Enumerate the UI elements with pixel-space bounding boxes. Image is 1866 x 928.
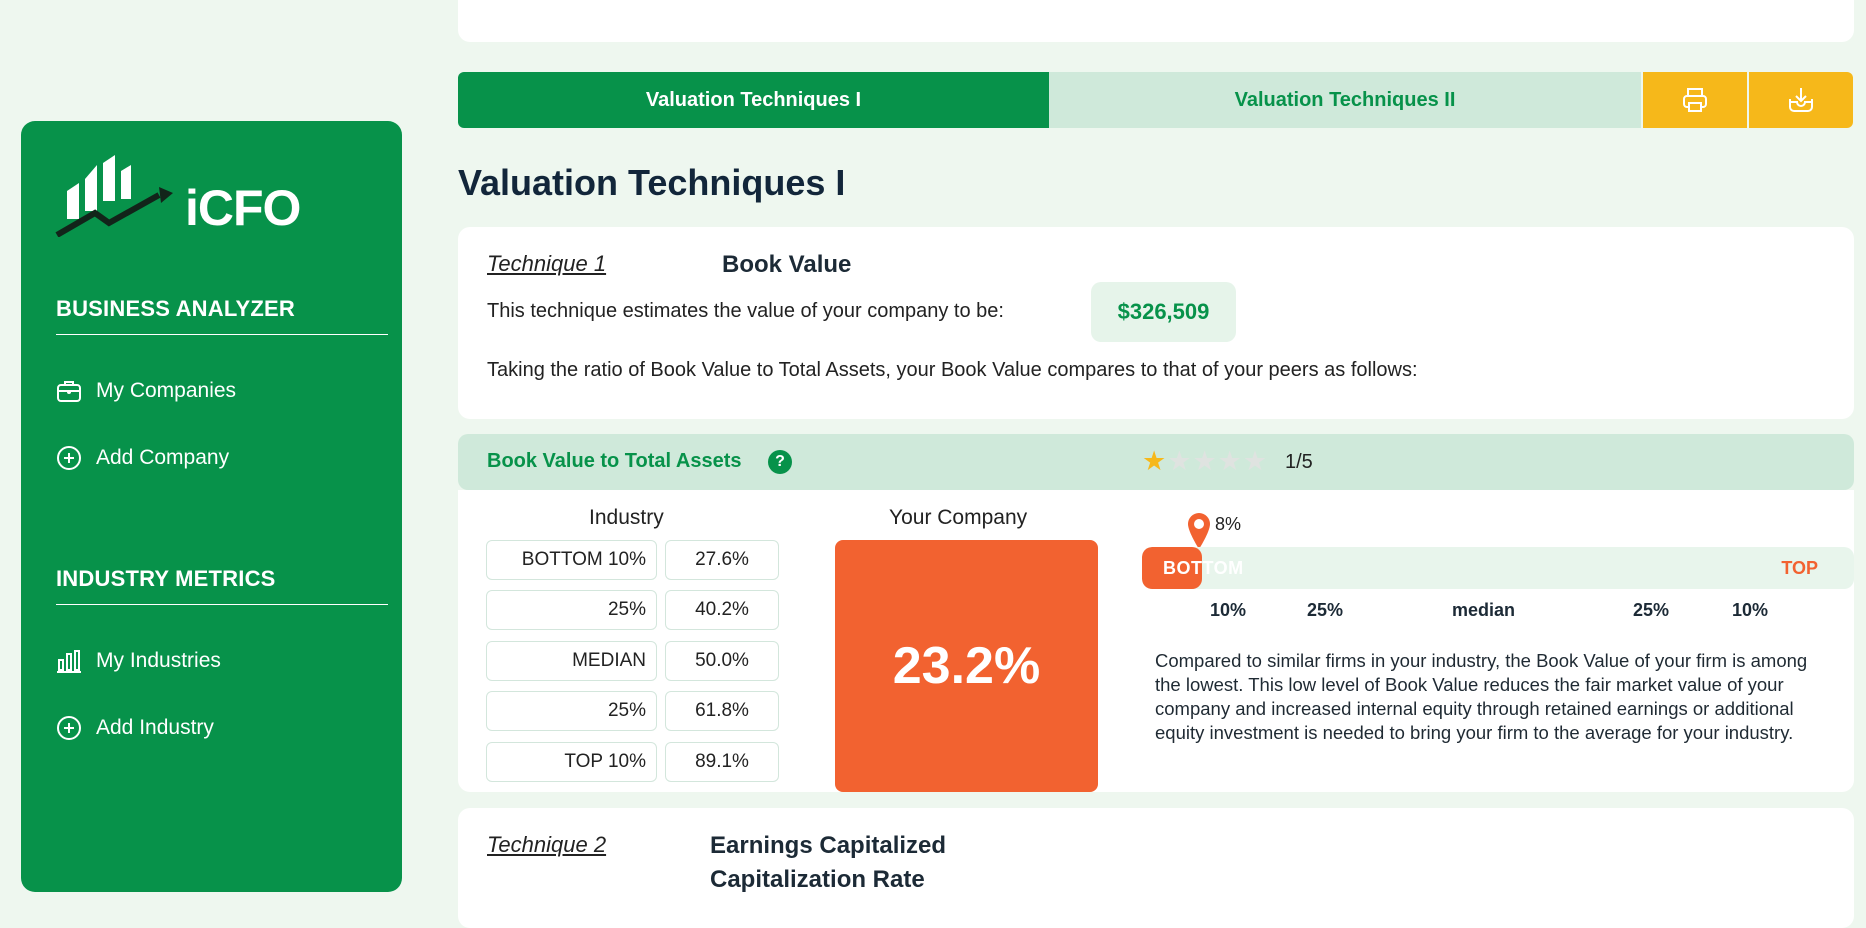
star-filled-icon: ★ bbox=[1142, 446, 1167, 476]
sidebar-item-label: My Companies bbox=[96, 379, 237, 402]
metric-title: Book Value to Total Assets bbox=[487, 450, 742, 472]
compare-text: Taking the ratio of Book Value to Total … bbox=[487, 359, 1418, 381]
company-heading: Your Company bbox=[889, 506, 1028, 529]
metric-body: Industry Your Company BOTTOM 10% 27.6% 2… bbox=[458, 490, 1854, 792]
logo-text: iCFO bbox=[185, 180, 301, 236]
section-industry-metrics: INDUSTRY METRICS bbox=[56, 566, 388, 605]
range-tick: median bbox=[1452, 600, 1516, 620]
industry-row-label: MEDIAN bbox=[486, 641, 657, 681]
industry-row-value: 27.6% bbox=[665, 540, 779, 580]
tab-valuation-techniques-2[interactable]: Valuation Techniques II bbox=[1049, 72, 1641, 128]
top-panel bbox=[458, 0, 1854, 42]
company-value: 23.2% bbox=[835, 540, 1098, 792]
bar-chart-icon bbox=[57, 650, 81, 673]
tab-valuation-techniques-1[interactable]: Valuation Techniques I bbox=[458, 72, 1049, 128]
sidebar-item-my-industries[interactable]: My Industries bbox=[56, 648, 221, 674]
technique-name-line2: Capitalization Rate bbox=[710, 866, 925, 893]
industry-row-label: 25% bbox=[486, 590, 657, 630]
industry-row-label: TOP 10% bbox=[486, 742, 657, 782]
range-bottom-label: BOTTOM bbox=[1163, 558, 1244, 578]
technique-1-card: Technique 1 Book Value This technique es… bbox=[458, 227, 1854, 419]
briefcase-icon bbox=[57, 381, 81, 402]
industry-row-label: 25% bbox=[486, 691, 657, 731]
location-pin-icon bbox=[1188, 513, 1210, 549]
percentile-range-bar: BOTTOM TOP bbox=[1142, 547, 1854, 589]
industry-row-value: 40.2% bbox=[665, 590, 779, 630]
industry-row-value: 61.8% bbox=[665, 691, 779, 731]
star-empty-icon: ★ bbox=[1167, 446, 1192, 476]
technique-label: Technique 2 bbox=[487, 832, 607, 857]
range-tick: 25% bbox=[1307, 600, 1344, 620]
sidebar-item-add-industry[interactable]: Add Industry bbox=[56, 715, 214, 741]
plus-circle-icon bbox=[57, 446, 81, 470]
industry-row-value: 50.0% bbox=[665, 641, 779, 681]
estimate-text: This technique estimates the value of yo… bbox=[487, 300, 1004, 322]
sidebar-item-add-company[interactable]: Add Company bbox=[56, 445, 229, 471]
section-business-analyzer: BUSINESS ANALYZER bbox=[56, 296, 388, 335]
technique-name: Book Value bbox=[722, 251, 852, 278]
question-icon[interactable]: ? bbox=[768, 450, 792, 474]
star-empty-icon: ★ bbox=[1192, 446, 1217, 476]
technique-2-card: Technique 2 Earnings Capitalized Capital… bbox=[458, 808, 1854, 928]
industry-row: BOTTOM 10% 27.6% bbox=[486, 540, 779, 580]
valuation-tabs: Valuation Techniques I Valuation Techniq… bbox=[458, 72, 1853, 128]
range-tick: 25% bbox=[1633, 600, 1670, 620]
download-icon bbox=[1789, 88, 1813, 112]
industry-row: 25% 40.2% bbox=[486, 590, 779, 630]
star-rating: ★ ★ ★ ★ ★ bbox=[1142, 448, 1267, 475]
metric-description: Compared to similar firms in your indust… bbox=[1155, 650, 1808, 743]
industry-row-value: 89.1% bbox=[665, 742, 779, 782]
industry-heading: Industry bbox=[589, 506, 664, 529]
sidebar-item-label: Add Company bbox=[96, 446, 230, 469]
rating-text: 1/5 bbox=[1285, 451, 1313, 473]
icfo-logo[interactable]: iCFO bbox=[55, 141, 301, 238]
sidebar-item-my-companies[interactable]: My Companies bbox=[56, 378, 236, 404]
percentile-label: 8% bbox=[1215, 514, 1242, 534]
star-empty-icon: ★ bbox=[1242, 446, 1268, 476]
sidebar-item-label: Add Industry bbox=[96, 716, 214, 739]
industry-row: TOP 10% 89.1% bbox=[486, 742, 779, 782]
range-tick: 10% bbox=[1210, 600, 1247, 620]
industry-row: 25% 61.8% bbox=[486, 691, 779, 731]
industry-row: MEDIAN 50.0% bbox=[486, 641, 779, 681]
sidebar-item-label: My Industries bbox=[96, 649, 221, 672]
print-icon bbox=[1683, 88, 1707, 112]
print-button[interactable] bbox=[1643, 72, 1747, 128]
download-button[interactable] bbox=[1749, 72, 1853, 128]
technique-name: Earnings Capitalized bbox=[710, 832, 947, 859]
sidebar: iCFO BUSINESS ANALYZER My Companies Add … bbox=[21, 121, 402, 892]
star-empty-icon: ★ bbox=[1217, 446, 1242, 476]
industry-row-label: BOTTOM 10% bbox=[486, 540, 657, 580]
page-title: Valuation Techniques I bbox=[458, 162, 846, 203]
logo-chart-icon bbox=[55, 155, 173, 238]
range-top-label: TOP bbox=[1781, 558, 1818, 578]
technique-label: Technique 1 bbox=[487, 251, 607, 276]
range-tick: 10% bbox=[1732, 600, 1769, 620]
plus-circle-icon bbox=[57, 716, 81, 740]
estimate-value: $326,509 bbox=[1091, 282, 1236, 342]
metric-header: Book Value to Total Assets ? ★ ★ ★ ★ ★ 1/5 bbox=[458, 434, 1854, 490]
